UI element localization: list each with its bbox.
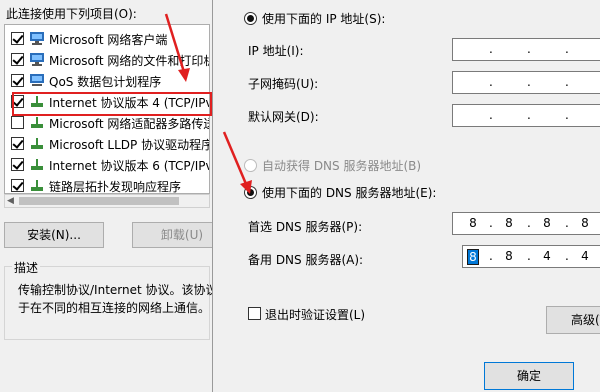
ok-button[interactable]: 确定 xyxy=(484,362,574,390)
item-label: Microsoft 网络适配器多路传送 xyxy=(49,117,210,131)
ip-address-label: IP 地址(I): xyxy=(248,44,304,58)
dns-octet: 8 xyxy=(543,216,551,230)
item-checkbox[interactable] xyxy=(11,158,24,171)
item-checkbox[interactable] xyxy=(11,53,24,66)
network-client-icon xyxy=(29,31,45,45)
annotation-arrow-icon xyxy=(222,131,252,194)
annotation-arrow-icon xyxy=(164,13,190,82)
validate-on-exit-label: 退出时验证设置(L) xyxy=(265,308,366,322)
ip-address-field[interactable]: ... xyxy=(452,38,600,61)
item-checkbox[interactable] xyxy=(11,179,24,192)
alternate-dns-field[interactable]: 8 . 8 . 4 . 4 xyxy=(462,245,600,268)
item-label: QoS 数据包计划程序 xyxy=(49,75,162,89)
subnet-field[interactable]: ... xyxy=(452,71,600,94)
use-ip-radio[interactable] xyxy=(244,12,257,25)
description-text: 传输控制协议/Internet 协议。该协议 于在不同的相互连接的网络上通信。 xyxy=(18,281,212,317)
preferred-dns-field[interactable]: 8 . 8 . 8 . 8 xyxy=(452,212,600,235)
item-checkbox[interactable] xyxy=(11,116,24,129)
gateway-field[interactable]: ... xyxy=(452,104,600,127)
item-label: 链路层拓扑发现响应程序 xyxy=(49,180,182,194)
gateway-label: 默认网关(D): xyxy=(248,110,319,124)
auto-dns-label: 自动获得 DNS 服务器地址(B) xyxy=(262,159,422,173)
protocol-icon xyxy=(29,136,45,150)
dns-octet: 4 xyxy=(581,249,589,263)
items-header: 此连接使用下列项目(O): xyxy=(6,7,137,21)
dns-octet: 8 xyxy=(469,216,477,230)
qos-icon xyxy=(29,73,45,87)
use-ip-label: 使用下面的 IP 地址(S): xyxy=(262,12,386,26)
item-checkbox[interactable] xyxy=(11,32,24,45)
item-label: Internet 协议版本 6 (TCP/IPv6) xyxy=(49,159,210,173)
description-line: 于在不同的相互连接的网络上通信。 xyxy=(18,301,211,315)
dns-octet: 4 xyxy=(543,249,551,263)
validate-on-exit-checkbox[interactable] xyxy=(248,307,261,320)
description-legend: 描述 xyxy=(12,259,41,276)
item-label: Microsoft 网络客户端 xyxy=(49,33,168,47)
item-checkbox[interactable] xyxy=(11,74,24,87)
list-item[interactable]: Internet 协议版本 6 (TCP/IPv6) xyxy=(5,154,210,175)
dns-octet: 8 xyxy=(505,249,513,263)
preferred-dns-label: 首选 DNS 服务器(P): xyxy=(248,220,363,234)
dns-octet-selected[interactable]: 8 xyxy=(467,249,479,265)
subnet-label: 子网掩码(U): xyxy=(248,77,319,91)
item-label: Microsoft LLDP 协议驱动程序 xyxy=(49,138,210,152)
description-line: 传输控制协议/Internet 协议。该协议 xyxy=(18,283,212,297)
dns-octet: 8 xyxy=(581,216,589,230)
protocol-icon xyxy=(29,178,45,192)
install-button[interactable]: 安装(N)... xyxy=(4,222,104,248)
advanced-button[interactable]: 高级(V)... xyxy=(546,306,600,334)
file-share-icon xyxy=(29,52,45,66)
protocol-icon xyxy=(29,157,45,171)
annotation-highlight-box xyxy=(12,92,212,116)
scrollbar-thumb[interactable] xyxy=(19,197,179,205)
use-dns-label: 使用下面的 DNS 服务器地址(E): xyxy=(262,186,437,200)
alternate-dns-label: 备用 DNS 服务器(A): xyxy=(248,253,364,267)
scroll-left-icon[interactable]: ◀ xyxy=(7,196,14,206)
horizontal-scrollbar[interactable]: ◀ xyxy=(4,194,210,208)
dns-octet: 8 xyxy=(505,216,513,230)
protocol-icon xyxy=(29,115,45,129)
item-checkbox[interactable] xyxy=(11,137,24,150)
list-item[interactable]: Microsoft LLDP 协议驱动程序 xyxy=(5,133,210,154)
list-item[interactable]: 链路层拓扑发现响应程序 xyxy=(5,175,209,194)
